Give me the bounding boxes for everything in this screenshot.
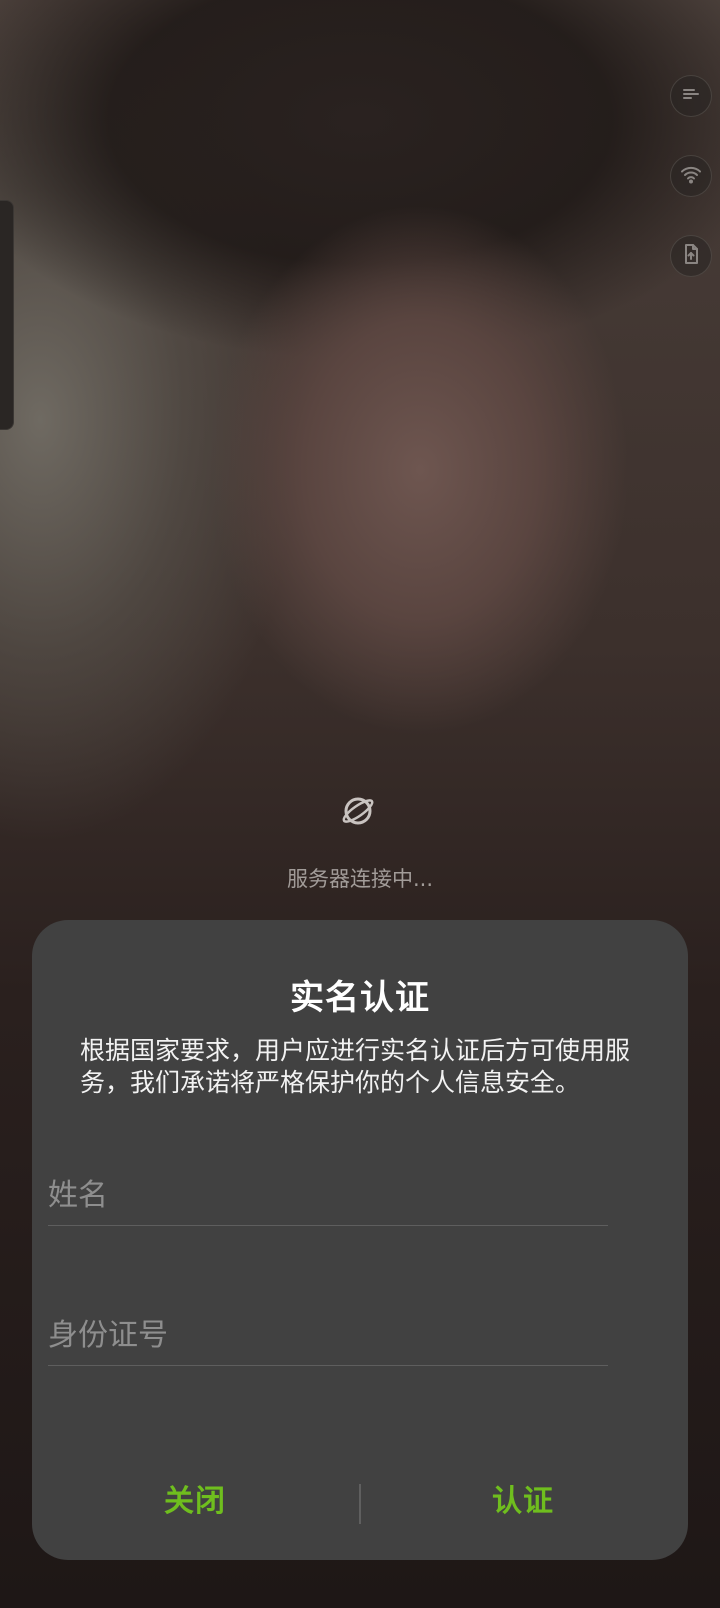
wifi-icon <box>679 162 703 190</box>
close-button[interactable]: 关闭 <box>65 1470 325 1526</box>
id-number-field[interactable] <box>48 1305 608 1366</box>
menu-button[interactable] <box>670 75 712 117</box>
upload-button[interactable] <box>670 235 712 277</box>
name-field[interactable] <box>48 1165 608 1226</box>
name-input[interactable] <box>48 1165 608 1225</box>
verify-button[interactable]: 认证 <box>393 1470 653 1526</box>
upload-file-icon <box>679 242 703 270</box>
dialog-title: 实名认证 <box>290 978 430 1018</box>
menu-icon <box>679 82 703 110</box>
network-button[interactable] <box>670 155 712 197</box>
planet-icon <box>340 793 376 829</box>
real-name-verification-dialog: 实名认证 根据国家要求，用户应进行实名认证后方可使用服务，我们承诺将严格保护你的… <box>32 920 688 1560</box>
id-number-input[interactable] <box>48 1305 608 1365</box>
connection-status-text: 服务器连接中... <box>286 867 434 891</box>
dialog-description: 根据国家要求，用户应进行实名认证后方可使用服务，我们承诺将严格保护你的个人信息安… <box>80 1036 631 1097</box>
button-divider <box>359 1484 361 1524</box>
side-drawer-handle[interactable] <box>0 200 14 430</box>
